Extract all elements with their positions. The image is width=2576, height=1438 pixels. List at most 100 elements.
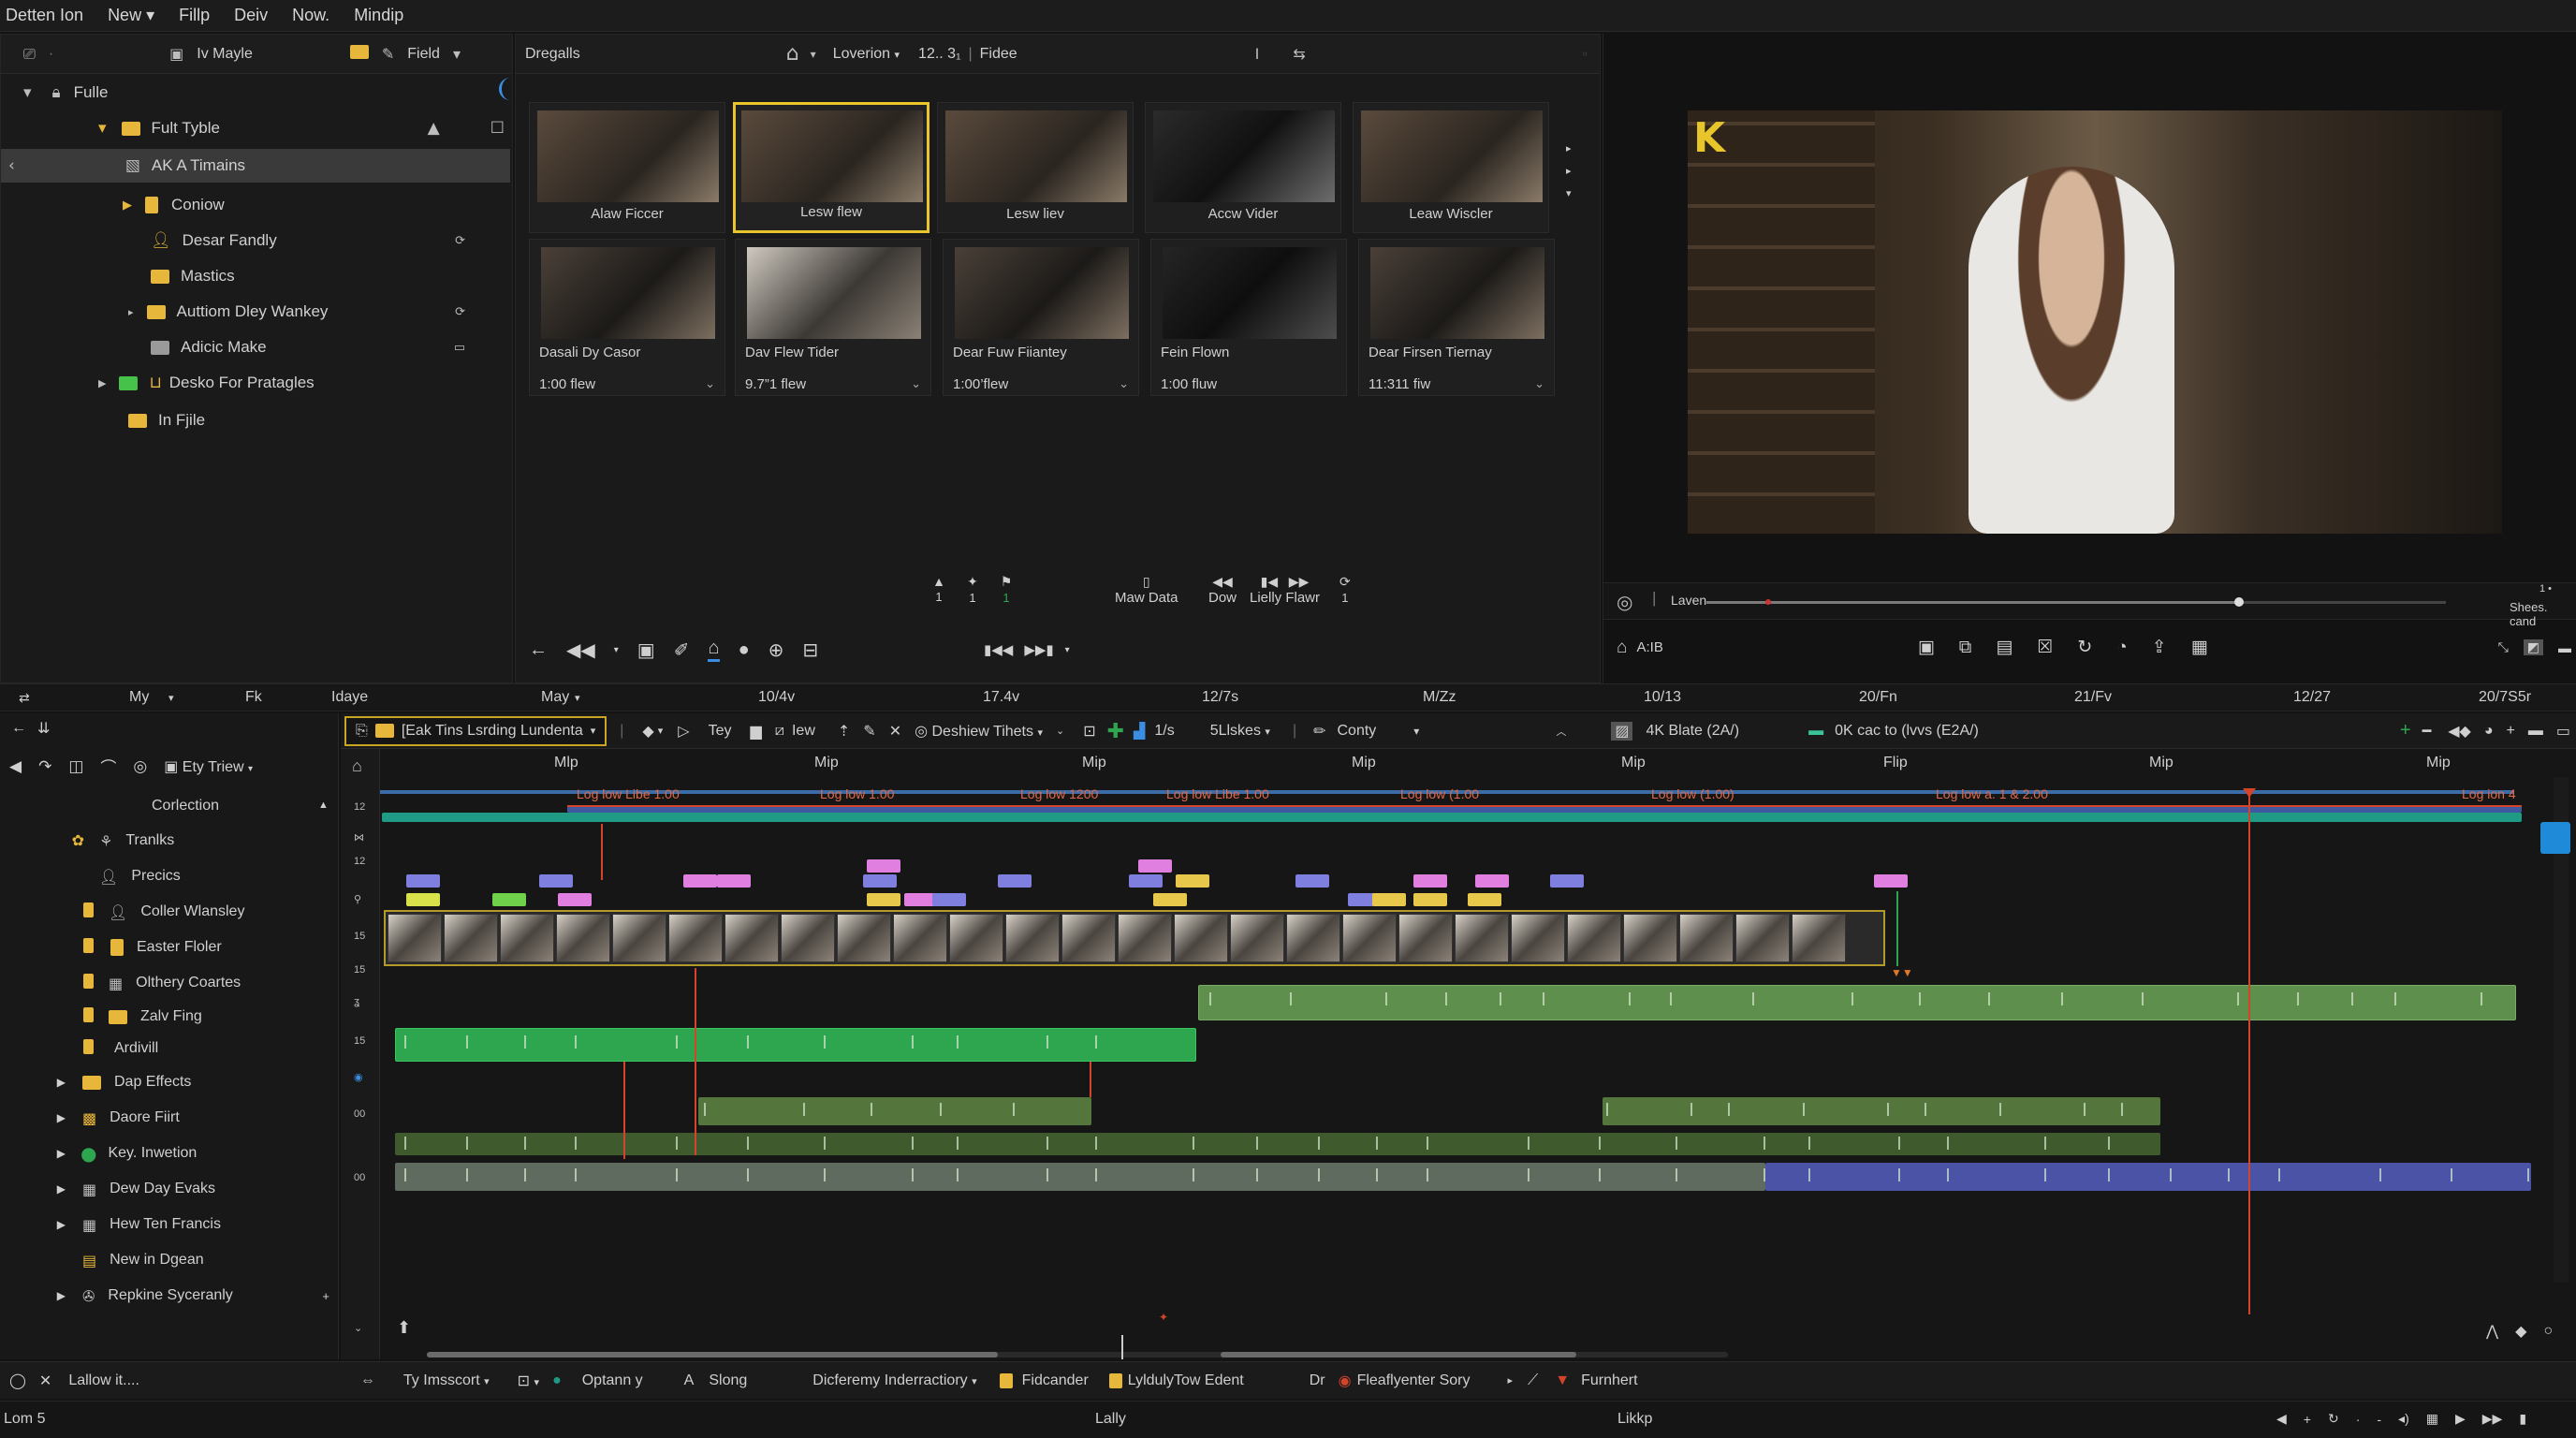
effect-item[interactable]: Ardivill <box>0 1032 337 1065</box>
frame-icon[interactable]: ▣ <box>637 638 655 662</box>
play-tool-icon[interactable]: ▷ <box>678 722 689 741</box>
prev-icon[interactable]: ▮◀◀ <box>984 641 1013 658</box>
clip-card[interactable]: Dasali Dy Casor 1:00 flew ⌄ <box>529 239 725 396</box>
clip-thumbnail-frame[interactable] <box>1061 914 1116 962</box>
mark-in-control[interactable]: ▲ 1 <box>928 574 950 604</box>
track-mute-icon[interactable]: ʓ <box>354 996 359 1007</box>
tree-item-adicic-make[interactable]: Adicic Make ▭ <box>151 330 465 364</box>
bottom-dropdown[interactable]: ⊡ ▾ <box>518 1372 539 1390</box>
clip-thumbnail-frame[interactable] <box>1792 914 1846 962</box>
effect-group[interactable]: ▶ ● Key. Inwetion <box>0 1137 337 1170</box>
clip-thumbnail-frame[interactable] <box>388 914 442 962</box>
clip-thumbnail-frame[interactable] <box>1174 914 1228 962</box>
clip-thumbnail-frame[interactable] <box>1455 914 1509 962</box>
timeline-canvas[interactable]: Mlp Mip Mip Mip Mip Flip Mip Mip Log low Libe 1… <box>380 749 2576 1359</box>
sort-icon[interactable]: ⇊ <box>37 719 50 738</box>
clip-tag[interactable] <box>1413 893 1447 906</box>
pen-icon[interactable]: ⟋ <box>1528 1372 1538 1389</box>
effect-item[interactable]: ✿ ⚘ Tranlks <box>0 824 337 858</box>
clip-tag[interactable] <box>863 874 897 888</box>
crop-icon[interactable]: ☒ <box>2037 637 2053 658</box>
clip-tag[interactable] <box>1468 893 1501 906</box>
chevron-down-icon[interactable]: ⌄ <box>911 376 921 391</box>
clip-thumbnail-frame[interactable] <box>837 914 891 962</box>
browser-scroll-indicator[interactable] <box>499 78 510 100</box>
expand-icon[interactable]: ▸ <box>128 306 134 318</box>
tool-label[interactable]: Iew <box>792 723 815 740</box>
effects-filter[interactable]: ▣ Ety Triew ▾ <box>164 757 253 776</box>
chevron-down-icon[interactable]: ▾ <box>811 48 816 61</box>
view-dropdown[interactable]: ◎ Deshiew Tihets ▾ <box>915 722 1043 741</box>
clip-thumbnail-frame[interactable] <box>612 914 666 962</box>
track-expand-icon[interactable]: ⌄ <box>354 1322 362 1334</box>
clip-tag[interactable] <box>998 874 1032 888</box>
playhead[interactable] <box>2248 790 2250 1314</box>
clip-tag[interactable] <box>1550 874 1584 888</box>
menu-item-now[interactable]: Now. <box>292 6 329 25</box>
clip-tag[interactable] <box>1153 893 1187 906</box>
project-selector[interactable]: ⎘ [Eak Tins Lsrding Lundenta ▾ <box>344 715 607 746</box>
bottom-song[interactable]: Slong <box>709 1372 747 1389</box>
redo-icon[interactable]: ↷ <box>38 757 51 776</box>
clip-tag[interactable] <box>717 874 751 888</box>
effect-group[interactable]: ▶ ▩ Daore Fiirt <box>0 1101 337 1135</box>
tree-item-mastics[interactable]: Mastics <box>151 259 235 293</box>
home-icon[interactable]: ⌂ <box>786 42 799 66</box>
tree-item-desko[interactable]: ▶ ⊔ Desko For Pratagles <box>98 366 315 400</box>
clip-thumbnail-frame[interactable] <box>1567 914 1621 962</box>
ripple-icon[interactable]: ⇡ <box>838 722 850 741</box>
clip-thumbnail-frame[interactable] <box>781 914 835 962</box>
clip-blue-icon[interactable]: ▟ <box>1134 722 1145 741</box>
minus-icon[interactable]: - <box>2377 1412 2381 1427</box>
close-icon[interactable]: ◦ <box>1582 48 1588 61</box>
diamond-icon[interactable]: ◆ <box>2515 1322 2526 1341</box>
clip-thumbnail-frame[interactable] <box>1735 914 1790 962</box>
make-data-button[interactable]: ▯ Maw Data <box>1115 574 1178 606</box>
clip-tag[interactable] <box>1874 874 1908 888</box>
rewind-button[interactable]: ◀◀ Dow <box>1208 574 1237 606</box>
link-icon[interactable]: ⌄ <box>1056 725 1064 737</box>
audio-clip-olive[interactable] <box>698 1097 1091 1125</box>
clip-tag[interactable] <box>406 893 440 906</box>
clip-thumbnail-frame[interactable] <box>724 914 779 962</box>
tool-label[interactable]: Tey <box>709 723 732 740</box>
eyedropper-icon[interactable]: ✐ <box>674 638 690 662</box>
clip-tag[interactable] <box>867 859 900 873</box>
split-icon[interactable]: ⊟ <box>802 638 818 662</box>
clip-tag[interactable] <box>1176 874 1209 888</box>
clip-tag[interactable] <box>492 893 526 906</box>
chevron-up-icon[interactable]: ︿ <box>1556 724 1566 739</box>
scrub-handle[interactable] <box>2233 597 2244 607</box>
fit-icon[interactable]: ▣ <box>1918 637 1935 658</box>
clip-thumbnail-frame[interactable] <box>893 914 947 962</box>
audio-clip-green[interactable] <box>1198 985 2516 1020</box>
minus-icon[interactable]: ━ <box>2422 722 2432 741</box>
sync-icon[interactable]: ⟳ <box>455 234 465 248</box>
shape-icon[interactable]: ⌂ <box>708 638 720 662</box>
layout-icon[interactable]: ◩ <box>2523 639 2543 655</box>
effect-item[interactable]: ▤ New in Dgean <box>0 1243 337 1277</box>
end-icon[interactable]: ▮ <box>2519 1411 2526 1427</box>
text-cursor-icon[interactable]: Ⅰ <box>1255 45 1260 63</box>
bottom-fidcander[interactable]: Fidcander <box>1022 1372 1089 1389</box>
clip-thumbnail-selected[interactable]: Lesw flew <box>733 102 929 233</box>
track-color-icon[interactable]: ◉ <box>354 1071 363 1083</box>
target-icon[interactable]: ◎ <box>133 757 147 776</box>
zoom-icon[interactable]: ⊕ <box>768 638 784 662</box>
speed-icon[interactable]: ◔ <box>2116 638 2127 658</box>
track-link-icon[interactable]: ⋈ <box>354 831 364 844</box>
tree-item-fulle[interactable]: ▾ 🔒︎ Fulle <box>23 76 108 110</box>
tree-item-desar-fandly[interactable]: 👤︎ Desar Fandly ⟳ <box>151 224 465 257</box>
window-icon[interactable]: ▭ <box>2556 722 2570 741</box>
pin-icon[interactable]: ✎ <box>382 45 394 63</box>
clip-tag[interactable] <box>1475 874 1509 888</box>
clip-thumbnail-frame[interactable] <box>1511 914 1565 962</box>
viewer-frame[interactable]: K <box>1688 110 2502 534</box>
effect-group[interactable]: ▶ ✇ Repkine Syceranly + <box>0 1279 329 1313</box>
expand-icon[interactable]: ▶ <box>123 198 132 213</box>
horizontal-scrollbar[interactable] <box>427 1352 1728 1357</box>
monitor-icon[interactable]: ⎚ <box>23 45 36 64</box>
circle-icon[interactable]: ○ <box>2543 1323 2553 1340</box>
view-dropdown[interactable]: Loverion ▾ <box>833 46 900 63</box>
loop-icon[interactable]: ↻ <box>2328 1411 2339 1427</box>
